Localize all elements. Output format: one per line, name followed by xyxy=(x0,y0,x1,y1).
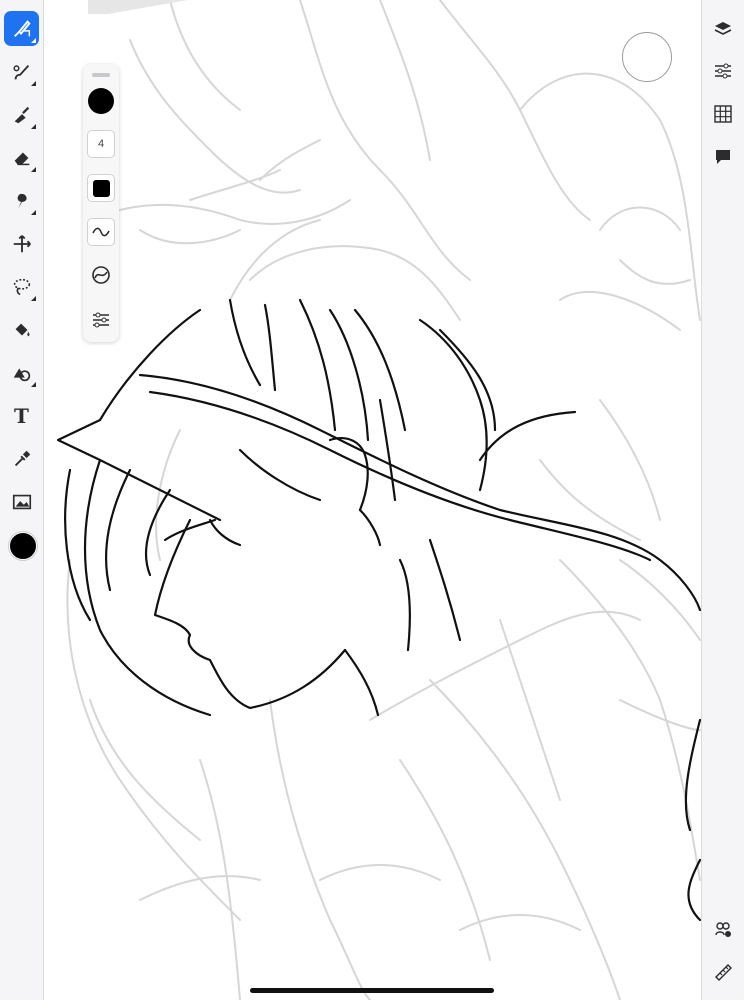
grid-icon xyxy=(714,105,732,123)
brush-size-value: 4 xyxy=(97,138,105,150)
blend-icon xyxy=(17,193,27,208)
drawing-canvas[interactable] xyxy=(44,0,701,1000)
share-collaborate-button[interactable] xyxy=(708,914,738,944)
brush-opacity-button[interactable] xyxy=(87,174,115,202)
layers-icon xyxy=(714,22,732,35)
ruler-icon xyxy=(715,964,732,981)
brush-tool-button[interactable] xyxy=(4,11,39,46)
blend-tool-button[interactable] xyxy=(4,183,39,218)
left-toolbar: T xyxy=(0,0,44,1000)
brush-settings-icon xyxy=(12,64,29,79)
brush-properties-panel: 4 xyxy=(83,64,119,342)
home-indicator xyxy=(250,988,494,993)
shape-tool-button[interactable] xyxy=(4,355,39,390)
sliders-icon xyxy=(93,312,109,328)
text-tool-button[interactable]: T xyxy=(4,398,39,433)
brush-settings-sliders-button[interactable] xyxy=(88,307,114,333)
predictive-stroke-button[interactable] xyxy=(88,262,114,288)
eyedropper-icon xyxy=(14,450,30,466)
comment-icon xyxy=(716,150,730,164)
layers-button[interactable] xyxy=(708,14,738,44)
smudge-icon xyxy=(14,106,29,123)
adjustments-button[interactable] xyxy=(708,56,738,86)
brush-preview-circle xyxy=(622,32,672,82)
grid-button[interactable] xyxy=(708,99,738,129)
comments-button[interactable] xyxy=(708,142,738,172)
text-icon: T xyxy=(14,403,29,428)
image-icon xyxy=(12,494,31,509)
brush-settings-tool-button[interactable] xyxy=(4,54,39,89)
paint-bucket-icon xyxy=(15,323,29,336)
move-tool-button[interactable] xyxy=(4,226,39,261)
right-toolbar xyxy=(701,0,744,1000)
smoothing-button[interactable] xyxy=(87,218,115,246)
eraser-tool-button[interactable] xyxy=(4,140,39,175)
brush-icon xyxy=(13,19,31,37)
brush-color-button[interactable] xyxy=(88,88,114,114)
ruler-button[interactable] xyxy=(708,957,738,987)
shape-icon xyxy=(13,367,30,381)
move-icon xyxy=(13,234,31,252)
smoothing-wave-icon xyxy=(92,227,110,237)
opacity-swatch xyxy=(92,179,110,197)
smudge-tool-button[interactable] xyxy=(4,97,39,132)
brush-size-button[interactable]: 4 xyxy=(87,130,115,158)
lasso-icon xyxy=(13,278,30,295)
panel-drag-handle[interactable] xyxy=(92,73,110,77)
fill-tool-button[interactable] xyxy=(4,312,39,347)
artwork xyxy=(56,0,701,1000)
eyedropper-tool-button[interactable] xyxy=(4,441,39,476)
canvas-edge-shadow xyxy=(88,0,228,14)
color-picker-swatch[interactable] xyxy=(9,532,37,560)
group-icon xyxy=(715,922,731,937)
image-tool-button[interactable] xyxy=(4,484,39,519)
lasso-tool-button[interactable] xyxy=(4,269,39,304)
eraser-icon xyxy=(14,152,29,165)
adjustments-icon xyxy=(715,63,731,79)
predictive-stroke-icon xyxy=(92,266,110,284)
